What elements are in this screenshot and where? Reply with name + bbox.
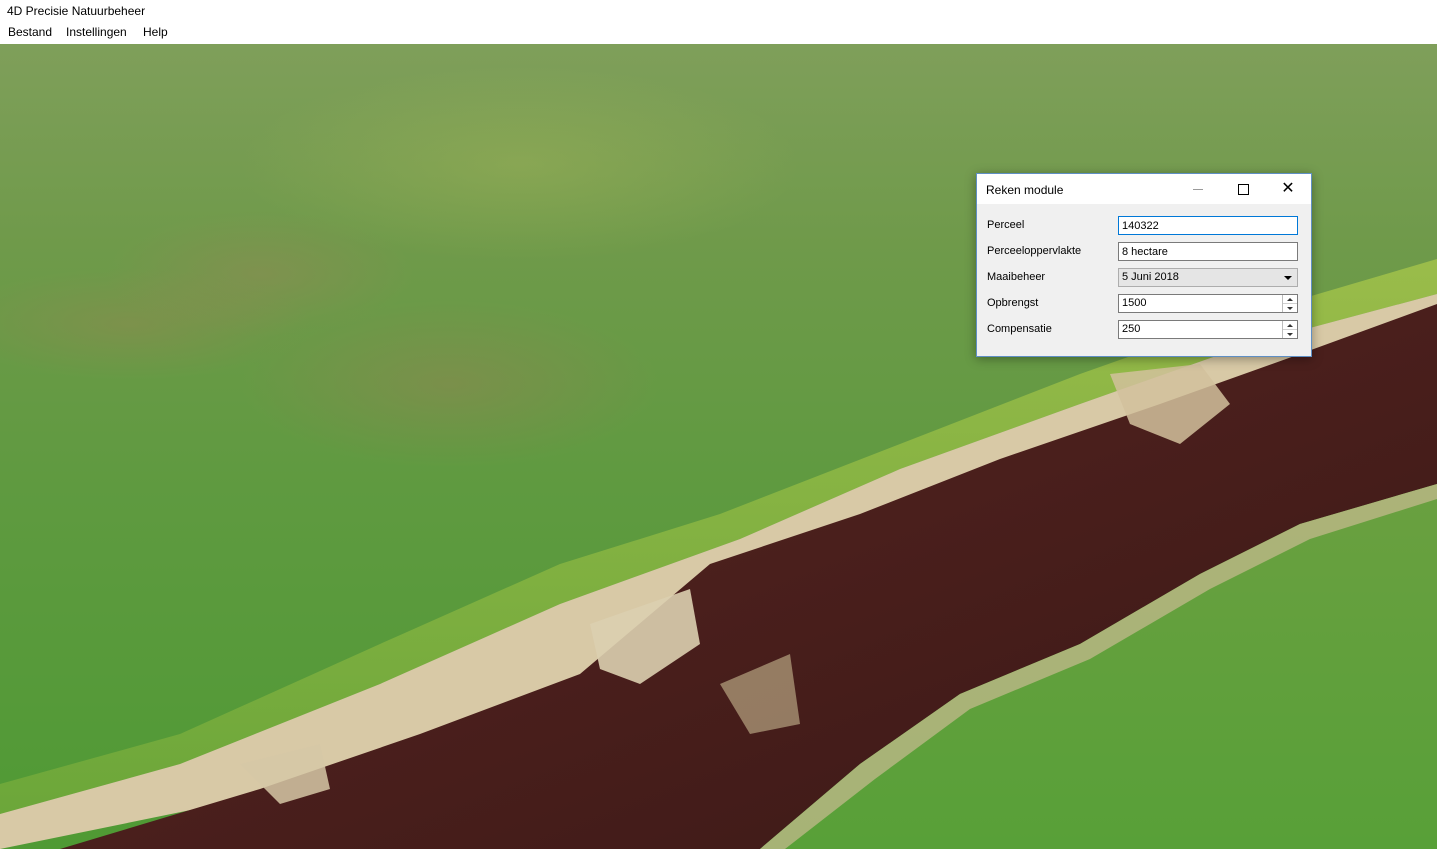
- dialog-title: Reken module: [986, 183, 1064, 197]
- compensatie-value: 250: [1122, 323, 1141, 335]
- opbrengst-stepper[interactable]: 1500: [1118, 294, 1298, 313]
- opbrengst-spin-buttons: [1282, 295, 1297, 312]
- minimize-icon: [1193, 188, 1203, 190]
- menu-instellingen[interactable]: Instellingen: [66, 25, 127, 39]
- reken-module-dialog: Reken module ✕ Perceel Perceeloppervlakt…: [976, 173, 1312, 357]
- compensatie-decrement-button[interactable]: [1283, 330, 1297, 338]
- opbrengst-value: 1500: [1122, 297, 1147, 309]
- compensatie-spin-buttons: [1282, 321, 1297, 338]
- opbrengst-decrement-button[interactable]: [1283, 304, 1297, 312]
- terrain-3d-viewport[interactable]: [0, 44, 1437, 849]
- chevron-down-icon[interactable]: [1284, 276, 1292, 280]
- label-perceel: Perceel: [987, 219, 1025, 231]
- label-opbrengst: Opbrengst: [987, 297, 1039, 309]
- label-maaibeheer: Maaibeheer: [987, 271, 1046, 283]
- maaibeheer-value: 5 Juni 2018: [1122, 271, 1179, 283]
- compensatie-increment-button[interactable]: [1283, 321, 1297, 330]
- maaibeheer-select[interactable]: 5 Juni 2018: [1118, 268, 1298, 287]
- maximize-button[interactable]: [1220, 174, 1266, 204]
- maximize-icon: [1237, 183, 1249, 195]
- perceel-input[interactable]: [1118, 216, 1298, 235]
- terrain-scene-graphic: [0, 259, 1437, 849]
- minimize-button[interactable]: [1175, 174, 1221, 204]
- label-compensatie: Compensatie: [987, 323, 1052, 335]
- perceeloppervlakte-input[interactable]: [1118, 242, 1298, 261]
- menu-bestand[interactable]: Bestand: [8, 25, 52, 39]
- app-titlebar: 4D Precisie Natuurbeheer: [0, 0, 1437, 22]
- label-perceeloppervlakte: Perceeloppervlakte: [987, 245, 1082, 257]
- app-title: 4D Precisie Natuurbeheer: [7, 4, 146, 18]
- menu-bar: Bestand Instellingen Help: [0, 22, 1437, 43]
- arrow-down-icon: [1287, 306, 1293, 310]
- menu-help[interactable]: Help: [143, 25, 168, 39]
- arrow-up-icon: [1287, 297, 1293, 301]
- arrow-down-icon: [1287, 332, 1293, 336]
- dialog-titlebar[interactable]: Reken module ✕: [977, 174, 1311, 204]
- close-icon: ✕: [1281, 180, 1295, 197]
- compensatie-stepper[interactable]: 250: [1118, 320, 1298, 339]
- close-button[interactable]: ✕: [1265, 174, 1311, 204]
- arrow-up-icon: [1287, 323, 1293, 327]
- opbrengst-increment-button[interactable]: [1283, 295, 1297, 304]
